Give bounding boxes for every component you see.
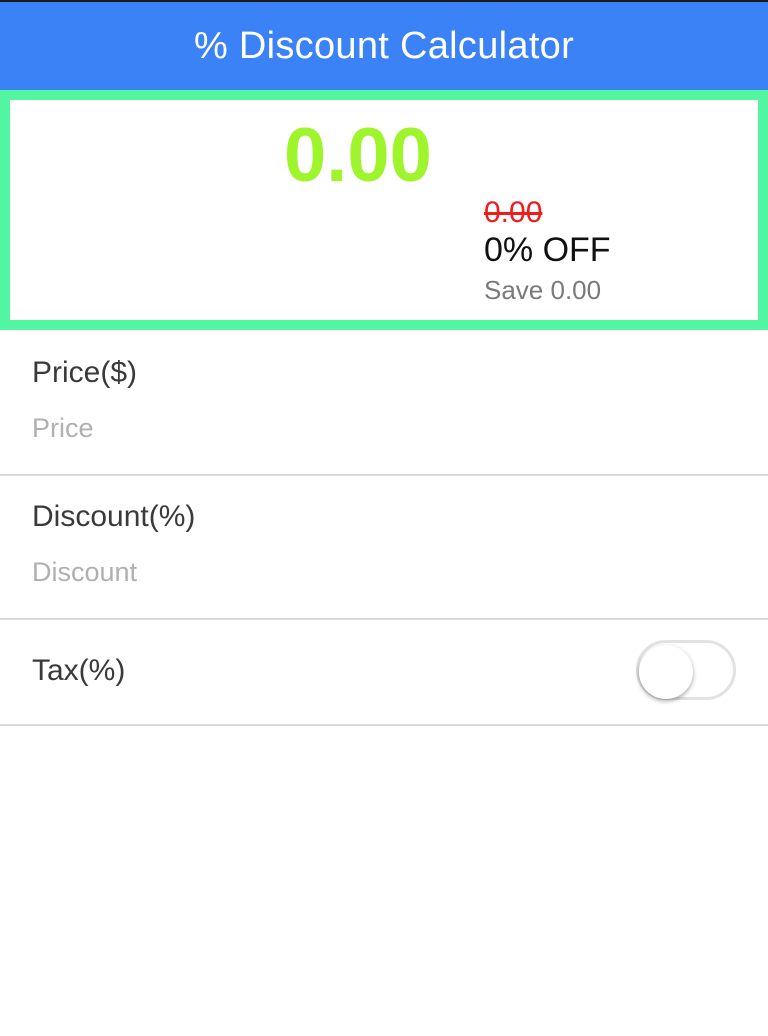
- tax-toggle[interactable]: [636, 640, 736, 700]
- app-title: % Discount Calculator: [193, 24, 575, 67]
- original-price: 0.00: [484, 196, 543, 229]
- discount-percent-text: 0% OFF: [484, 231, 611, 269]
- price-field-row: Price($): [0, 330, 768, 476]
- final-price: 0.00: [284, 113, 432, 198]
- savings-text: Save 0.00: [484, 275, 602, 305]
- discount-input[interactable]: [32, 552, 732, 592]
- discount-calculator-app: % Discount Calculator 0.00 0.00 0% OFF S…: [0, 0, 768, 1036]
- discount-label: Discount(%): [32, 500, 196, 533]
- tax-label: Tax(%): [32, 654, 126, 687]
- tax-toggle-knob: [639, 645, 693, 699]
- result-panel: 0.00 0.00 0% OFF Save 0.00: [0, 90, 768, 330]
- price-input[interactable]: [32, 408, 732, 448]
- price-label: Price($): [32, 356, 138, 389]
- app-header: % Discount Calculator: [0, 2, 768, 90]
- discount-field-row: Discount(%): [0, 476, 768, 620]
- tax-field-row: Tax(%): [0, 620, 768, 726]
